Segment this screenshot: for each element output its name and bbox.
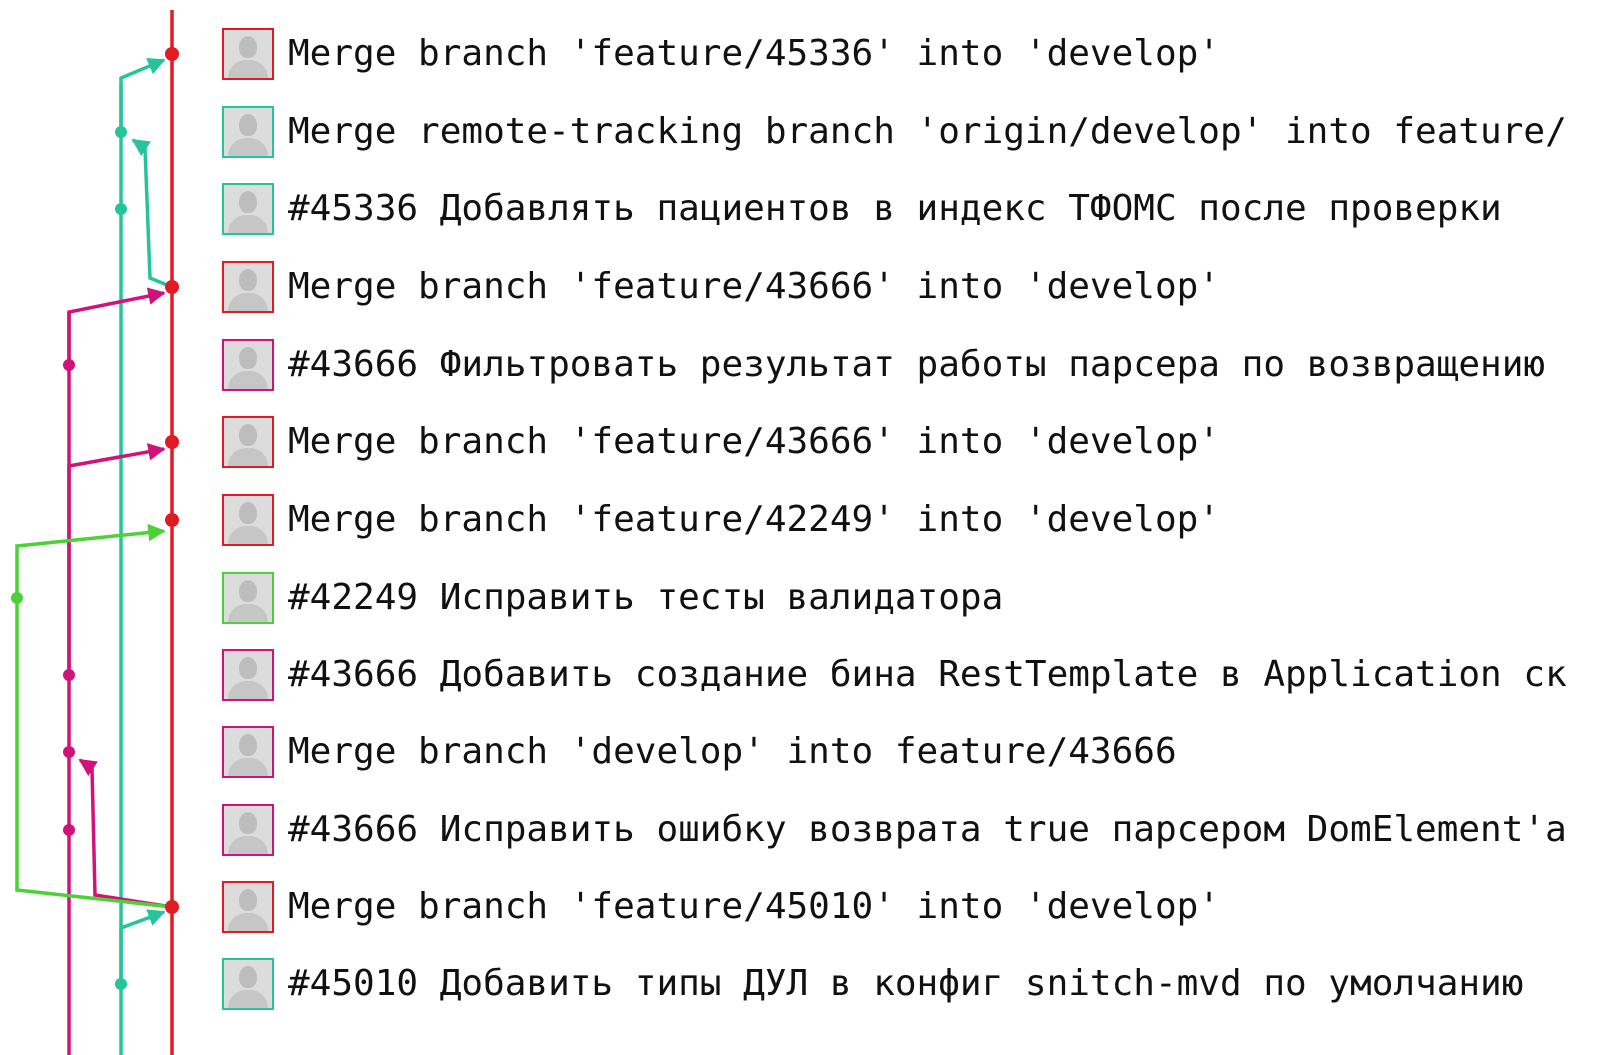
commit-dot	[11, 592, 23, 604]
commit-message: #43666 Исправить ошибку возврата true па…	[288, 809, 1567, 850]
commit-dot	[115, 978, 127, 990]
avatar-icon	[222, 28, 274, 80]
commit-row[interactable]: Merge branch 'develop' into feature/4366…	[222, 724, 1615, 780]
merge-edge-develop-into-43666	[78, 758, 173, 909]
commit-message: Merge remote-tracking branch 'origin/dev…	[288, 111, 1567, 152]
avatar-icon	[222, 572, 274, 624]
commit-dot	[115, 126, 127, 138]
commit-message: #45336 Добавлять пациентов в индекс ТФОМ…	[288, 188, 1502, 229]
avatar-icon	[222, 958, 274, 1010]
avatar-icon	[222, 339, 274, 391]
avatar-icon	[222, 494, 274, 546]
commit-dot	[63, 824, 75, 836]
commit-row[interactable]: #45336 Добавлять пациентов в индекс ТФОМ…	[222, 181, 1615, 237]
avatar-icon	[222, 183, 274, 235]
commit-row[interactable]: Merge branch 'feature/43666' into 'devel…	[222, 414, 1615, 470]
merge-edge-green-42249	[15, 523, 166, 598]
commit-message: #42249 Исправить тесты валидатора	[288, 577, 1004, 618]
commit-row[interactable]: #45010 Добавить типы ДУЛ в конфиг snitch…	[222, 956, 1615, 1012]
commit-row[interactable]: Merge branch 'feature/45010' into 'devel…	[222, 879, 1615, 935]
commit-row[interactable]: #43666 Исправить ошибку возврата true па…	[222, 802, 1615, 858]
avatar-icon	[222, 881, 274, 933]
commit-message: #45010 Добавить типы ДУЛ в конфиг snitch…	[288, 963, 1524, 1004]
commit-row[interactable]: #43666 Добавить создание бина RestTempla…	[222, 647, 1615, 703]
merge-edge-magenta-43666-a	[67, 287, 166, 365]
commit-dot	[165, 47, 179, 61]
commit-graph	[11, 10, 179, 1055]
commit-dot	[165, 280, 179, 294]
commit-dot	[165, 900, 179, 914]
merge-edge-teal-45336	[119, 58, 166, 132]
avatar-icon	[222, 261, 274, 313]
commit-dot	[165, 513, 179, 527]
commit-message: #43666 Фильтровать результат работы парс…	[288, 344, 1546, 385]
avatar-icon	[222, 106, 274, 158]
avatar-icon	[222, 649, 274, 701]
commit-message: #43666 Добавить создание бина RestTempla…	[288, 654, 1567, 695]
commit-message: Merge branch 'feature/45336' into 'devel…	[288, 33, 1220, 74]
avatar-icon	[222, 726, 274, 778]
commit-row[interactable]: Merge branch 'feature/45336' into 'devel…	[222, 26, 1615, 82]
commit-dot	[63, 746, 75, 758]
commit-row[interactable]: Merge branch 'feature/43666' into 'devel…	[222, 259, 1615, 315]
commit-row[interactable]: #43666 Фильтровать результат работы парс…	[222, 337, 1615, 393]
commit-row[interactable]: Merge remote-tracking branch 'origin/dev…	[222, 104, 1615, 160]
merge-edge-magenta-43666-b	[67, 443, 166, 675]
avatar-icon	[222, 416, 274, 468]
avatar-icon	[222, 804, 274, 856]
commit-row[interactable]: Merge branch 'feature/42249' into 'devel…	[222, 492, 1615, 548]
commit-message: Merge branch 'feature/45010' into 'devel…	[288, 886, 1220, 927]
commit-message: Merge branch 'feature/43666' into 'devel…	[288, 421, 1220, 462]
commit-message: Merge branch 'feature/42249' into 'devel…	[288, 499, 1220, 540]
commit-dot	[63, 669, 75, 681]
commit-dot	[63, 359, 75, 371]
commit-row[interactable]: #42249 Исправить тесты валидатора	[222, 570, 1615, 626]
commit-message: Merge branch 'feature/43666' into 'devel…	[288, 266, 1220, 307]
commit-message: Merge branch 'develop' into feature/4366…	[288, 731, 1177, 772]
merge-edge-develop-into-feature	[131, 138, 173, 289]
commit-dot	[115, 203, 127, 215]
commit-dot	[165, 435, 179, 449]
merge-edge-teal-45010	[119, 909, 166, 984]
